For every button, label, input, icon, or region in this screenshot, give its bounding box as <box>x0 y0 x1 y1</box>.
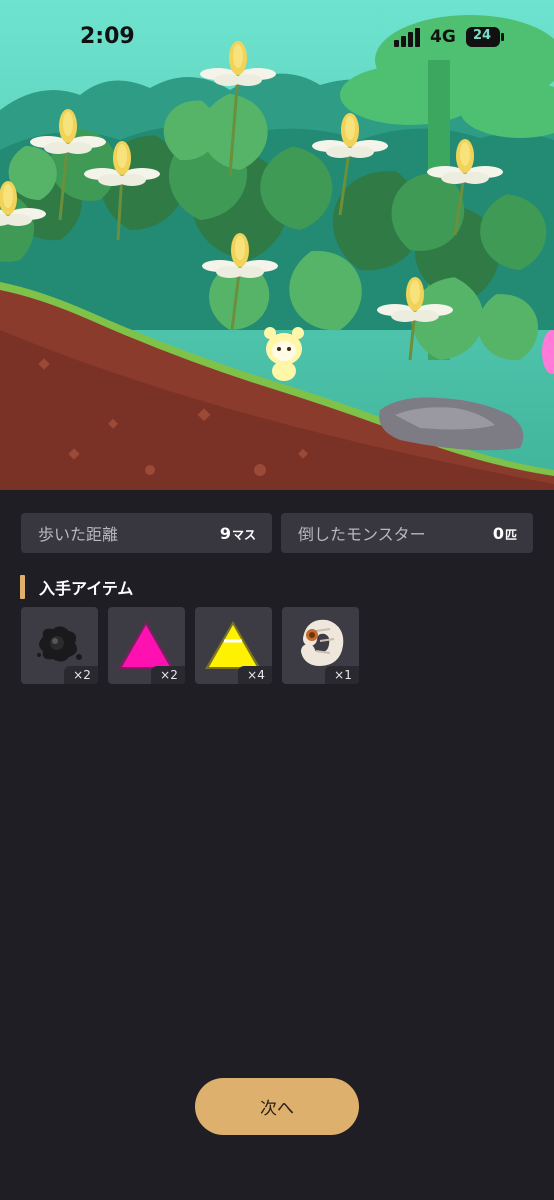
battery-icon: 24 <box>465 26 505 48</box>
distance-stat-card: 歩いた距離 9マス <box>21 513 272 553</box>
item-count: ×2 <box>151 666 185 684</box>
monster-number: 0 <box>492 523 504 543</box>
signal-icon <box>394 28 420 47</box>
items-section-title: 入手アイテム <box>39 579 134 598</box>
item-slot[interactable]: ×2 <box>108 607 185 684</box>
item-slot[interactable]: ×1 <box>282 607 359 684</box>
item-count: ×2 <box>64 666 98 684</box>
distance-value: 9マス <box>220 524 256 543</box>
items-section-header: 入手アイテム <box>20 575 133 599</box>
item-count: ×4 <box>238 666 272 684</box>
next-button[interactable]: 次へ <box>195 1078 359 1135</box>
monster-label: 倒したモンスター <box>298 525 426 544</box>
item-count: ×1 <box>325 666 359 684</box>
monster-value: 0匹 <box>493 524 517 543</box>
monster-unit: 匹 <box>504 527 517 542</box>
status-time: 2:09 <box>80 24 135 49</box>
battery-level: 24 <box>473 28 492 43</box>
item-slot[interactable]: ×4 <box>195 607 272 684</box>
section-accent-bar <box>20 575 25 599</box>
item-slot[interactable]: ×2 <box>21 607 98 684</box>
monster-stat-card: 倒したモンスター 0匹 <box>281 513 533 553</box>
distance-number: 9 <box>219 523 231 543</box>
network-label: 4G <box>430 27 456 47</box>
distance-label: 歩いた距離 <box>38 525 119 544</box>
status-bar: 2:09 4G 24 <box>0 0 554 76</box>
distance-unit: マス <box>231 527 256 542</box>
